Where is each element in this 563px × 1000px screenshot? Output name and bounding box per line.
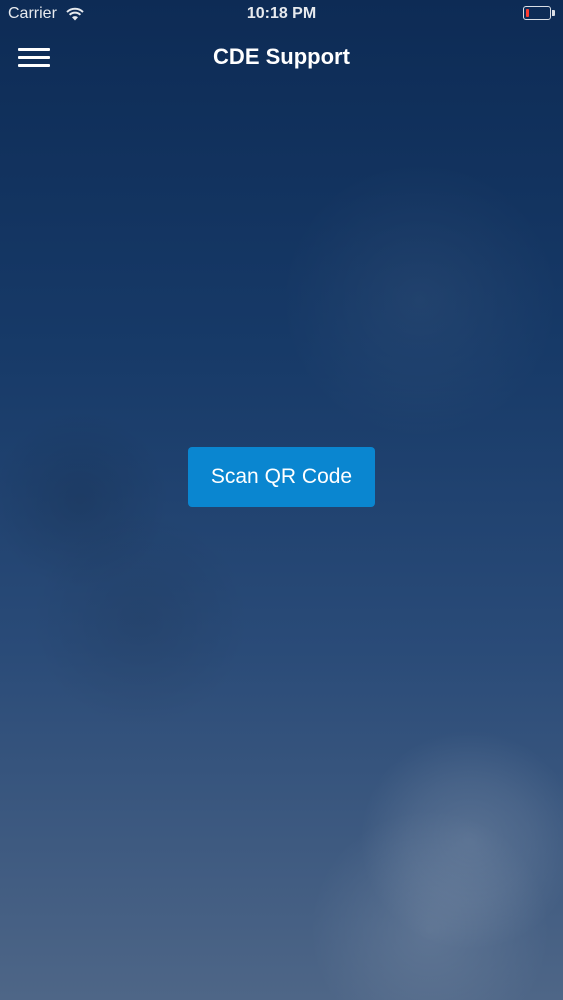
- battery-icon: [523, 6, 555, 20]
- page-title: CDE Support: [213, 44, 350, 69]
- scan-qr-code-button[interactable]: Scan QR Code: [188, 447, 375, 507]
- navigation-bar: CDE Support: [0, 30, 563, 86]
- status-bar: Carrier 10:18 PM: [0, 0, 563, 30]
- status-time: 10:18 PM: [246, 5, 317, 22]
- battery-level: [526, 9, 529, 17]
